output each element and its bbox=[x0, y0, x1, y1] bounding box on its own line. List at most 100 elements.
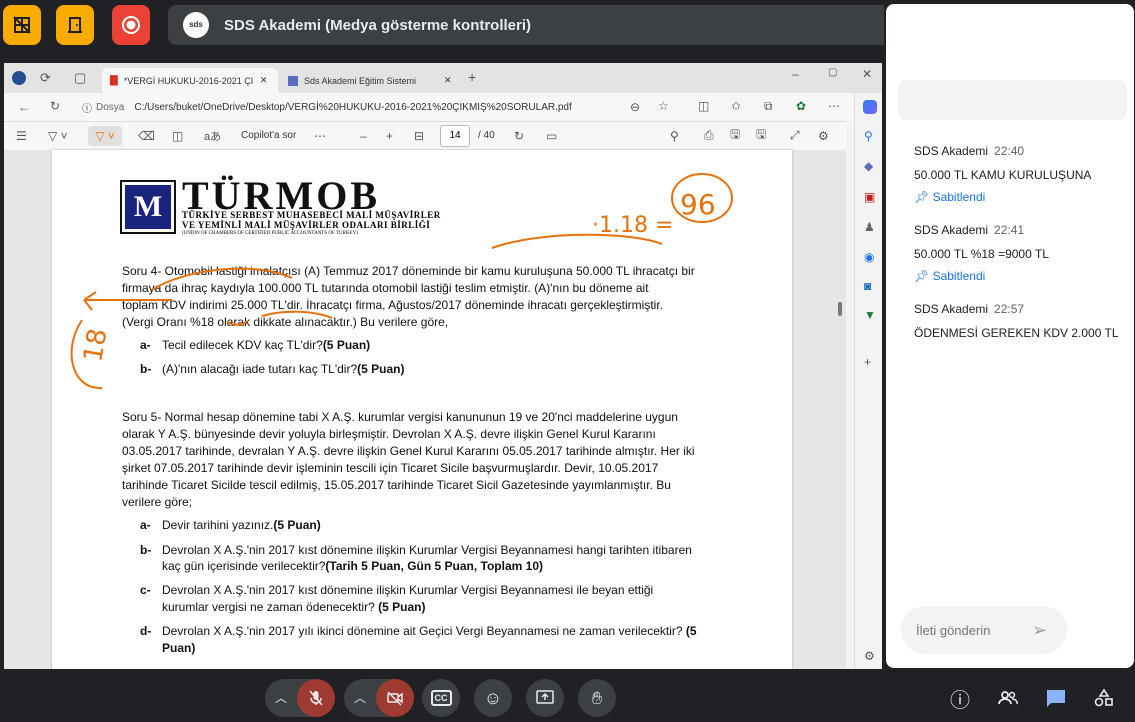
shared-screen: ⟳ ▢ ▇ *VERGİ HUKUKU-2016-2021 ÇIKI ✕ Sds… bbox=[4, 63, 882, 669]
record-icon bbox=[122, 16, 140, 34]
logo-mark: M bbox=[125, 185, 171, 229]
address-bar[interactable]: ⓘ Dosya C:/Users/buket/OneDrive/Desktop/… bbox=[82, 96, 662, 118]
copilot-button[interactable]: Copilot'a sor bbox=[241, 130, 296, 141]
door-button[interactable] bbox=[56, 5, 94, 45]
activities-button[interactable] bbox=[1085, 679, 1123, 717]
message-text: 50.000 TL %18 =9000 TL bbox=[914, 247, 1049, 261]
contents-icon[interactable]: ☰ bbox=[16, 129, 27, 143]
tag-icon[interactable]: ◆ bbox=[864, 159, 873, 173]
ink-calc: ·1.18 = bbox=[592, 213, 673, 238]
mic-off-icon bbox=[309, 690, 323, 706]
reactions-button[interactable]: ☺ bbox=[474, 679, 512, 717]
tab-sds[interactable]: Sds Akademi Eğitim Sistemi ✕ bbox=[280, 68, 458, 93]
q4-line-3: toplam KDV indirimi 25.000 TL'dir. İhrac… bbox=[122, 298, 663, 312]
settings-icon[interactable]: ⚙ bbox=[818, 129, 829, 143]
chat-message: SDS Akademi 22:57 ÖDENMESİ GEREKEN KDV 2.… bbox=[914, 300, 1119, 340]
save-as-icon[interactable]: 🖫 bbox=[756, 125, 766, 146]
window-close-icon[interactable]: ✕ bbox=[862, 67, 872, 81]
chevron-up-icon[interactable]: ︿ bbox=[275, 689, 287, 706]
add-icon[interactable]: + bbox=[864, 355, 871, 369]
q5-item-b-label: b- bbox=[140, 543, 152, 557]
q5-line-4: şirket 07.05.2017 tarihinde devir işlemi… bbox=[122, 461, 659, 475]
chat-input-box[interactable]: ➢ bbox=[901, 606, 1067, 654]
more-tools-icon[interactable]: ⋯ bbox=[314, 129, 326, 143]
extensions-icon[interactable]: ✿ bbox=[796, 99, 806, 113]
refresh-icon[interactable]: ↻ bbox=[50, 99, 60, 113]
copilot-icon[interactable] bbox=[863, 100, 877, 114]
collections-icon[interactable]: ⧉ bbox=[764, 99, 773, 114]
chat-input[interactable] bbox=[916, 622, 1026, 638]
presenter-banner[interactable]: sds SDS Akademi (Medya gösterme kontroll… bbox=[168, 5, 884, 45]
zoom-out-icon[interactable]: – bbox=[360, 129, 367, 143]
pinned-text: Sabitlendi bbox=[932, 190, 986, 204]
draw-icon[interactable]: ▽ ˅ bbox=[48, 129, 68, 143]
record-button[interactable] bbox=[112, 5, 150, 45]
url-prefix: Dosya bbox=[96, 101, 125, 113]
view-icon[interactable]: ◫ bbox=[172, 129, 183, 143]
info-button[interactable]: ⓘ bbox=[941, 679, 979, 717]
tab-actions-icon[interactable]: ▢ bbox=[74, 70, 86, 86]
m365-icon[interactable]: ◉ bbox=[864, 250, 874, 264]
mic-control: ︿ bbox=[265, 679, 335, 717]
ink-result-circle bbox=[671, 173, 733, 223]
q5-item-c-text: kurumlar vergisi ne zaman ödenecektir? bbox=[162, 600, 375, 614]
print-icon[interactable]: ⎙ bbox=[704, 128, 714, 143]
workspaces-icon[interactable]: ⟳ bbox=[40, 70, 51, 86]
q4-item-b-points: (5 Puan) bbox=[357, 362, 405, 376]
send-icon[interactable]: ➢ bbox=[1032, 620, 1047, 641]
q5-item-c-line-1: Devrolan X A.Ş.'nin 2017 kıst dönemine i… bbox=[162, 583, 654, 597]
games-icon[interactable]: ♟ bbox=[864, 220, 875, 234]
q5-line-2: olarak Y A.Ş. bünyesinde devir yoluyla b… bbox=[122, 427, 656, 441]
q4-item-a-text: Tecil edilecek KDV kaç TL'dir? bbox=[162, 338, 323, 352]
highlight-icon[interactable]: ▽ ˅ bbox=[88, 125, 122, 146]
raise-hand-button[interactable]: ✋︎ bbox=[578, 679, 616, 717]
tab-pdf[interactable]: ▇ *VERGİ HUKUKU-2016-2021 ÇIKI ✕ bbox=[102, 68, 278, 93]
q4-item-b: (A)'nın alacağı iade tutarı kaç TL'dir?(… bbox=[162, 362, 404, 376]
settings-icon[interactable]: ⚙ bbox=[864, 649, 875, 663]
fullscreen-icon[interactable]: ⤢ bbox=[790, 128, 800, 143]
pdf-viewer[interactable]: M TÜRMOB TÜRKİYE SERBEST MUHASEBECİ MALİ… bbox=[4, 150, 846, 669]
eraser-icon[interactable]: ⌫ bbox=[138, 129, 155, 143]
message-sender: SDS Akademi bbox=[914, 144, 989, 158]
chat-button[interactable] bbox=[1037, 679, 1075, 717]
logo-sub-1: TÜRKİYE SERBEST MUHASEBECİ MALİ MÜŞAVİRL… bbox=[182, 210, 441, 220]
q5-line-5: tarihinde Ticaret Sicilde tescil edilmiş… bbox=[122, 478, 671, 492]
read-aloud-icon[interactable]: aあ bbox=[204, 128, 221, 144]
q5-item-d-line-1: Devrolan X A.Ş.'nin 2017 yılı ikinci dön… bbox=[162, 624, 697, 638]
browser-profile-icon[interactable] bbox=[12, 71, 26, 85]
captions-button[interactable]: CC bbox=[422, 679, 460, 717]
pdf-scrollbar[interactable] bbox=[838, 302, 842, 316]
save-icon[interactable]: 🖫 bbox=[730, 125, 740, 146]
chevron-up-icon[interactable]: ︿ bbox=[354, 689, 366, 706]
search-icon[interactable]: ⚲ bbox=[670, 129, 679, 143]
minimize-icon[interactable]: – bbox=[792, 67, 799, 81]
reader-icon[interactable]: ◫ bbox=[698, 99, 709, 113]
present-button[interactable] bbox=[526, 679, 564, 717]
q4-line-1: Soru 4- Otomobil lastiği imalatçısı (A) … bbox=[122, 264, 695, 278]
ink-arc bbox=[491, 233, 663, 249]
favorites-bar-icon[interactable]: ✩ bbox=[731, 99, 741, 113]
layout-off-button[interactable] bbox=[3, 5, 41, 45]
close-icon[interactable]: ✕ bbox=[260, 75, 268, 86]
close-icon[interactable]: ✕ bbox=[444, 75, 452, 86]
camera-button[interactable] bbox=[376, 679, 414, 717]
fit-page-icon[interactable]: ⊟ bbox=[414, 129, 424, 143]
maximize-icon[interactable]: ▢ bbox=[828, 67, 837, 78]
rotate-icon[interactable]: ↻ bbox=[514, 129, 524, 143]
zoom-icon[interactable]: ⊖ bbox=[630, 100, 640, 114]
outlook-icon[interactable]: ◙ bbox=[864, 279, 871, 293]
page-view-icon[interactable]: ▭ bbox=[546, 129, 557, 143]
drop-icon[interactable]: ▼ bbox=[864, 308, 876, 322]
new-tab-icon[interactable]: + bbox=[468, 69, 476, 85]
activities-icon bbox=[1094, 688, 1113, 707]
mic-button[interactable] bbox=[297, 679, 335, 717]
people-button[interactable] bbox=[989, 679, 1027, 717]
favorite-icon[interactable]: ☆ bbox=[658, 99, 669, 113]
q5-item-d-text: Devrolan X A.Ş.'nin 2017 yılı ikinci dön… bbox=[162, 624, 683, 638]
zoom-in-icon[interactable]: + bbox=[386, 129, 393, 143]
more-icon[interactable]: ⋯ bbox=[828, 99, 840, 113]
back-icon[interactable]: ← bbox=[18, 100, 30, 114]
page-number-input[interactable] bbox=[440, 124, 470, 147]
search-icon[interactable]: ⚲ bbox=[864, 129, 873, 143]
briefcase-icon[interactable]: ▣ bbox=[864, 190, 875, 204]
